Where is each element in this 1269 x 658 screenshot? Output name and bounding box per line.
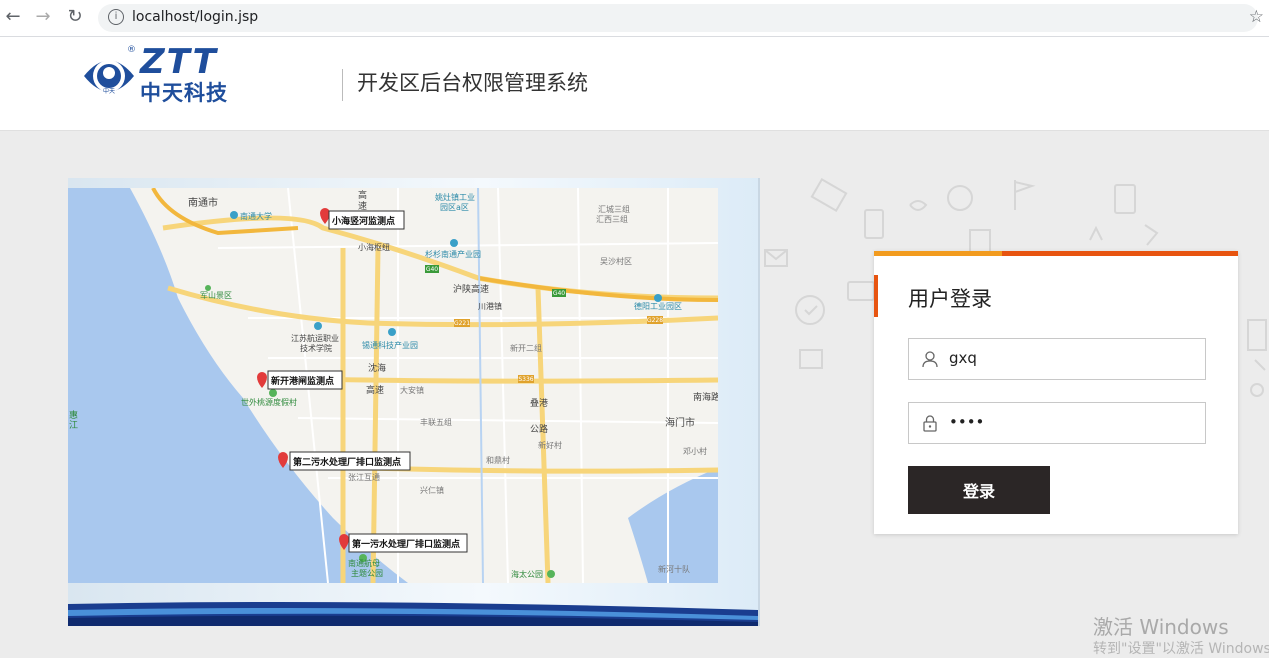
reload-icon[interactable]: ↻ xyxy=(64,6,86,28)
map-marker[interactable]: 新开港闸监测点 xyxy=(257,370,343,390)
password-input[interactable] xyxy=(949,403,1199,441)
username-input[interactable] xyxy=(949,339,1199,377)
map-label: 新河十队 xyxy=(658,564,690,574)
eye-logo-icon: 中天 xyxy=(84,60,134,95)
road-shield: G40 xyxy=(553,290,565,297)
map-frame-edge xyxy=(758,178,760,626)
map-label: 园区a区 xyxy=(440,203,469,212)
logo-chinese: 中天科技 xyxy=(140,81,228,105)
page-header: 中天 ® ZTT 中天科技 开发区后台权限管理系统 xyxy=(0,37,1269,131)
map-label: 杉杉南通产业园 xyxy=(425,249,481,259)
map-label: 公路 xyxy=(530,423,548,435)
user-icon xyxy=(922,351,938,368)
map-label: 海太公园 xyxy=(511,569,543,579)
map-label: 江苏航运职业 xyxy=(291,333,339,343)
map-label: 江 xyxy=(69,420,78,431)
logo-small-text: 中天 xyxy=(103,87,115,95)
map-label: 世外桃源度假村 xyxy=(241,397,297,407)
map-label: 和鼎村 xyxy=(486,455,510,465)
map-label: 兴仁镇 xyxy=(420,485,444,495)
map-label: 军山景区 xyxy=(200,290,232,300)
monitoring-map[interactable]: 南通市 南通大学 小海枢纽 高 速 江苏航运职业 技术学院 锡通科技产业园 军山… xyxy=(68,188,718,583)
map-label: 德阳工业园区 xyxy=(634,301,682,311)
map-label: 汇城三组 xyxy=(598,204,630,214)
map-label: 惠 xyxy=(69,409,78,421)
decorative-wave xyxy=(68,602,758,626)
map-label: 南通航母 xyxy=(348,558,380,568)
map-marker[interactable]: 小海竖河监测点 xyxy=(320,208,405,230)
arrow-right-icon[interactable]: → xyxy=(32,6,54,28)
road-shield: S336 xyxy=(518,376,533,383)
map-label: 高速 xyxy=(366,384,384,396)
map-label: 姚灶镇工业 xyxy=(435,192,475,202)
page-title: 开发区后台权限管理系统 xyxy=(357,71,588,95)
arrow-left-icon[interactable]: ← xyxy=(2,6,24,28)
map-label: 叠港 xyxy=(530,397,548,409)
map-label: 张江互通 xyxy=(348,472,380,482)
map-marker[interactable]: 第一污水处理厂排口监测点 xyxy=(339,533,468,553)
browser-toolbar: ← → ↻ i localhost/login.jsp ☆ xyxy=(0,0,1269,37)
registered-mark: ® xyxy=(127,45,136,55)
card-accent-bar-secondary xyxy=(1002,251,1238,256)
map-label: 锡通科技产业园 xyxy=(362,340,418,350)
url-text[interactable]: localhost/login.jsp xyxy=(132,9,258,25)
info-icon[interactable]: i xyxy=(108,9,124,25)
map-label: 吴沙村区 xyxy=(600,256,632,266)
logo-brand: ZTT xyxy=(140,42,218,82)
map-label: 海门市 xyxy=(665,416,695,429)
map-label: 速 xyxy=(358,201,367,212)
road-shield: G221 xyxy=(454,320,470,327)
map-label: 南海路 xyxy=(693,391,718,403)
ztt-logo: 中天 ® ZTT 中天科技 xyxy=(82,45,252,105)
map-label: 大安镇 xyxy=(400,385,424,395)
login-title: 用户登录 xyxy=(908,287,992,311)
header-divider xyxy=(342,69,343,101)
windows-activation-hint: 转到"设置"以激活 Windows xyxy=(1093,641,1269,657)
map-label: 沈海 xyxy=(368,362,386,374)
map-label: 丰联五组 xyxy=(420,417,452,427)
login-button[interactable]: 登录 xyxy=(908,466,1050,514)
map-marker[interactable]: 第二污水处理厂排口监测点 xyxy=(278,451,411,471)
map-label: 高 xyxy=(358,189,367,201)
map-label: 南通市 xyxy=(188,196,218,209)
map-label: 新好村 xyxy=(538,440,562,450)
map-label: 邓小村 xyxy=(683,446,707,456)
password-field[interactable] xyxy=(908,402,1206,444)
star-icon[interactable]: ☆ xyxy=(1249,7,1264,27)
lock-icon xyxy=(923,415,937,432)
address-bar[interactable]: i localhost/login.jsp ☆ xyxy=(98,4,1264,32)
login-panel: 用户登录 登录 xyxy=(874,251,1238,534)
title-accent xyxy=(874,275,878,317)
road-shield: G228 xyxy=(647,317,663,324)
map-label: 川港镇 xyxy=(478,301,502,311)
road-shield: G40 xyxy=(426,266,438,273)
card-accent-bar xyxy=(874,251,1002,256)
map-label: 沪陕高速 xyxy=(453,283,489,295)
map-label: 汇西三组 xyxy=(596,214,628,224)
map-label: 小海枢纽 xyxy=(358,242,390,252)
map-label: 主题公园 xyxy=(351,568,383,578)
marker-label: 第一污水处理厂排口监测点 xyxy=(352,538,460,550)
map-label: 新开二组 xyxy=(510,343,542,353)
marker-label: 新开港闸监测点 xyxy=(271,375,334,387)
windows-activation-watermark: 激活 Windows xyxy=(1093,615,1229,639)
username-field[interactable] xyxy=(908,338,1206,380)
map-label: 技术学院 xyxy=(300,343,332,353)
marker-label: 小海竖河监测点 xyxy=(331,215,395,227)
marker-label: 第二污水处理厂排口监测点 xyxy=(293,456,401,468)
map-label: 南通大学 xyxy=(240,211,272,221)
